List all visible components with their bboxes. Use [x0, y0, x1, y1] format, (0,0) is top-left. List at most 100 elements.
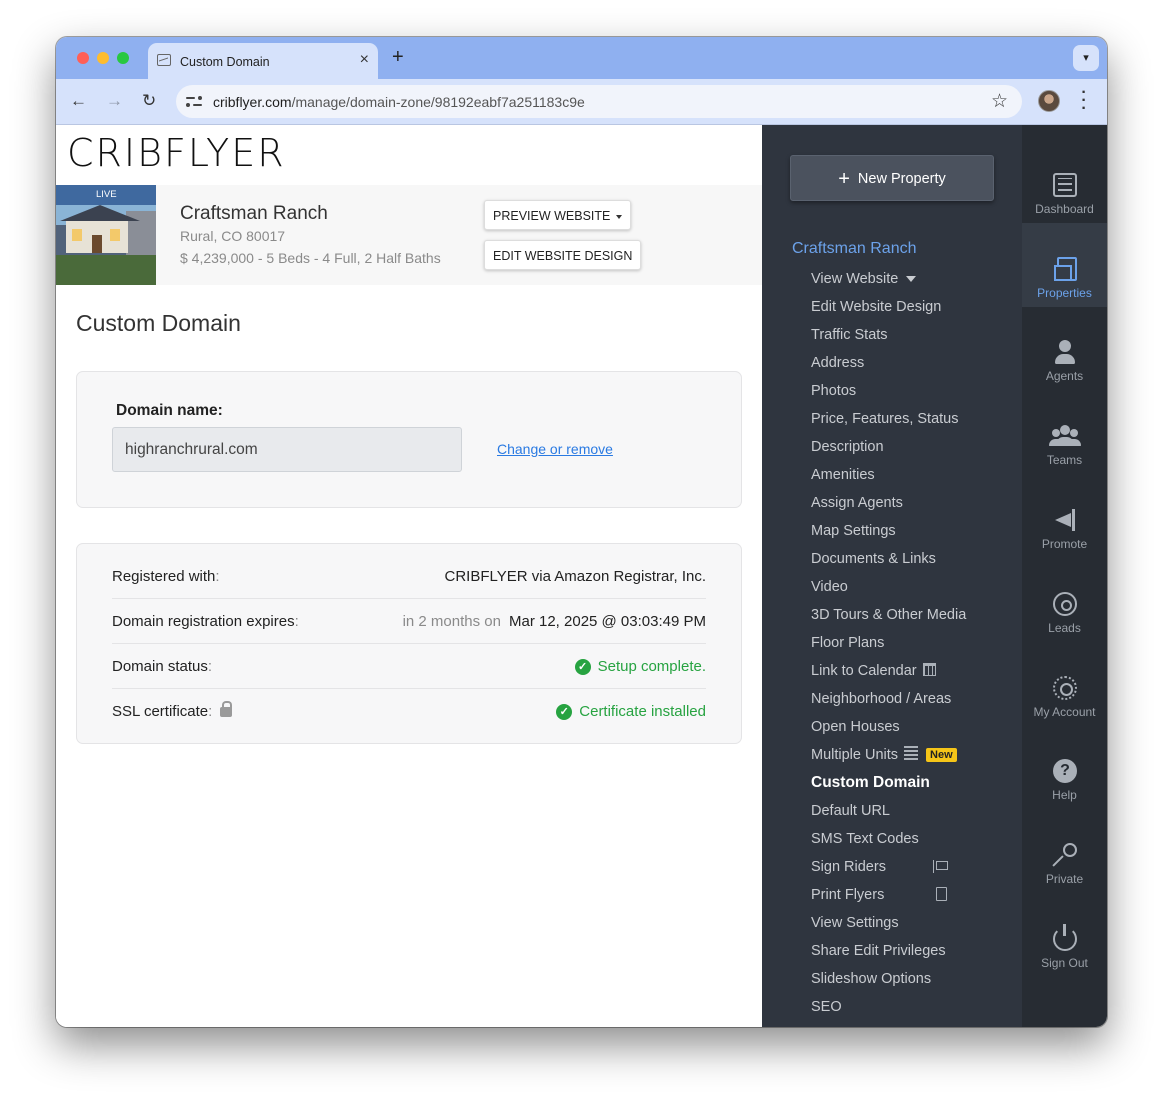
live-badge: LIVE — [56, 185, 156, 205]
edit-website-design-button[interactable]: EDIT WEBSITE DESIGN — [484, 240, 642, 270]
sidebar-item-share-edit-privileges[interactable]: Share Edit Privileges — [811, 937, 966, 965]
new-tab-button[interactable]: + — [392, 46, 404, 68]
rail-item-agents[interactable]: Agents — [1022, 306, 1107, 390]
cribflyer-logo[interactable]: CRIBFLYER — [67, 131, 286, 175]
building-icon — [904, 746, 919, 760]
rail-label: Dashboard — [1035, 202, 1094, 216]
rail-label: My Account — [1033, 705, 1096, 719]
rail-label: Agents — [1045, 369, 1084, 383]
megaphone-icon — [1053, 508, 1077, 532]
rail-item-my-account[interactable]: My Account — [1022, 642, 1107, 726]
rail-item-private[interactable]: Private — [1022, 809, 1107, 893]
browser-tab[interactable]: Custom Domain × — [148, 43, 378, 79]
new-badge: New — [926, 748, 957, 762]
rail-label: Leads — [1048, 621, 1081, 635]
sidebar-item-photos[interactable]: Photos — [811, 377, 966, 405]
preview-website-button[interactable]: PREVIEW WEBSITE — [484, 200, 632, 230]
url-text: cribflyer.com/manage/domain-zone/98192ea… — [213, 94, 585, 110]
sidebar-item-description[interactable]: Description — [811, 433, 966, 461]
chevron-down-icon — [616, 214, 623, 219]
power-icon — [1053, 924, 1077, 951]
new-property-button[interactable]: + New Property — [790, 155, 994, 201]
sidebar-item-address[interactable]: Address — [811, 349, 966, 377]
address-bar[interactable]: cribflyer.com/manage/domain-zone/98192ea… — [176, 85, 1022, 118]
reload-button[interactable]: ↻ — [142, 90, 156, 112]
sign-rider-icon — [933, 860, 948, 873]
row-value: ✓ Certificate installed — [556, 703, 706, 720]
tab-search-button[interactable]: ▾ — [1073, 45, 1099, 71]
property-thumbnail[interactable]: LIVE — [56, 185, 156, 285]
page-title: Custom Domain — [76, 310, 241, 336]
info-row: Domain registration expires: in 2 months… — [112, 599, 706, 644]
forward-button[interactable]: → — [106, 90, 123, 112]
sidebar-item-default-url[interactable]: Default URL — [811, 797, 966, 825]
check-circle-icon: ✓ — [574, 659, 591, 675]
sidebar-item-3d-tours[interactable]: 3D Tours & Other Media — [811, 601, 966, 629]
rail-item-help[interactable]: ? Help — [1022, 725, 1107, 809]
property-sidebar: + New Property Craftsman Ranch View Websi… — [762, 125, 1022, 1027]
sidebar-item-assign-agents[interactable]: Assign Agents — [811, 489, 966, 517]
change-or-remove-link[interactable]: Change or remove — [497, 441, 613, 457]
rail-item-promote[interactable]: Promote — [1022, 474, 1107, 558]
sidebar-item-edit-website-design[interactable]: Edit Website Design — [811, 293, 966, 321]
property-title-link[interactable]: Craftsman Ranch — [792, 240, 917, 258]
bookmark-star-icon[interactable]: ☆ — [991, 90, 1008, 113]
sidebar-item-seo[interactable]: SEO — [811, 993, 966, 1021]
back-button[interactable]: ← — [70, 90, 87, 112]
check-circle-icon: ✓ — [556, 704, 573, 720]
sidebar-item-custom-domain[interactable]: Custom Domain — [811, 769, 966, 797]
sidebar-item-multiple-units[interactable]: Multiple Units New — [811, 741, 966, 769]
gear-icon — [1053, 676, 1077, 700]
sidebar-item-price-features-status[interactable]: Price, Features, Status — [811, 405, 966, 433]
rail-item-leads[interactable]: Leads — [1022, 558, 1107, 642]
rail-label: Sign Out — [1041, 956, 1088, 970]
maximize-window-button[interactable] — [117, 52, 129, 64]
caret-down-icon — [906, 276, 917, 283]
browser-window: Custom Domain × + ▾ ← → ↻ cribflyer.com/… — [56, 37, 1107, 1027]
sidebar-item-link-to-calendar[interactable]: Link to Calendar — [811, 657, 966, 685]
sidebar-item-video[interactable]: Video — [811, 573, 966, 601]
sidebar-item-amenities[interactable]: Amenities — [811, 461, 966, 489]
sidebar-item-open-houses[interactable]: Open Houses — [811, 713, 966, 741]
tab-strip: Custom Domain × + ▾ — [56, 37, 1107, 79]
tab-close-icon[interactable]: × — [360, 52, 369, 68]
profile-avatar[interactable] — [1038, 90, 1060, 112]
sidebar-item-slideshow-options[interactable]: Slideshow Options — [811, 965, 966, 993]
row-label: Domain registration expires: — [112, 613, 299, 630]
sidebar-item-view-website[interactable]: View Website — [811, 265, 966, 293]
domain-name-field[interactable]: highranchrural.com — [112, 427, 462, 472]
rail-item-sign-out[interactable]: Sign Out — [1022, 893, 1107, 977]
property-menu: View Website Edit Website Design Traffic… — [811, 265, 966, 1021]
ssl-status-text: Certificate installed — [579, 703, 706, 720]
main-nav-rail: Dashboard Properties Agents Teams Promot… — [1022, 125, 1107, 1027]
property-banner: LIVE Craftsman Ranch Rural, CO 80017 $ 4… — [56, 185, 762, 285]
sidebar-item-floor-plans[interactable]: Floor Plans — [811, 629, 966, 657]
browser-menu-icon[interactable]: · · · — [1077, 85, 1091, 117]
help-icon: ? — [1053, 759, 1077, 783]
row-label: Domain status: — [112, 658, 213, 675]
sidebar-item-map-settings[interactable]: Map Settings — [811, 517, 966, 545]
sidebar-item-documents-links[interactable]: Documents & Links — [811, 545, 966, 573]
row-label: SSL certificate: — [112, 701, 233, 720]
browser-toolbar: ← → ↻ cribflyer.com/manage/domain-zone/9… — [56, 79, 1107, 125]
sidebar-item-view-settings[interactable]: View Settings — [811, 909, 966, 937]
agent-icon — [1053, 340, 1077, 364]
rail-item-properties[interactable]: Properties — [1022, 223, 1107, 307]
sidebar-item-neighborhood-areas[interactable]: Neighborhood / Areas — [811, 685, 966, 713]
minimize-window-button[interactable] — [97, 52, 109, 64]
sidebar-item-print-flyers[interactable]: Print Flyers — [811, 881, 966, 909]
property-address: Rural, CO 80017 — [180, 228, 286, 244]
url-path: /manage/domain-zone/98192eabf7a251183c9e — [291, 94, 585, 110]
info-row: SSL certificate: ✓ Certificate installed — [112, 689, 706, 734]
sidebar-item-sms-text-codes[interactable]: SMS Text Codes — [811, 825, 966, 853]
site-info-icon[interactable] — [186, 93, 203, 110]
sidebar-item-sign-riders[interactable]: Sign Riders — [811, 853, 966, 881]
row-value: CRIBFLYER via Amazon Registrar, Inc. — [444, 568, 706, 585]
rail-item-teams[interactable]: Teams — [1022, 390, 1107, 474]
close-window-button[interactable] — [77, 52, 89, 64]
sidebar-item-traffic-stats[interactable]: Traffic Stats — [811, 321, 966, 349]
property-details: $ 4,239,000 - 5 Beds - 4 Full, 2 Half Ba… — [180, 250, 441, 266]
domain-status-text: Setup complete. — [597, 658, 706, 675]
main-panel: CRIBFLYER LIVE Craftsman Ranch Rural, CO… — [56, 125, 762, 1027]
rail-item-dashboard[interactable]: Dashboard — [1022, 139, 1107, 223]
